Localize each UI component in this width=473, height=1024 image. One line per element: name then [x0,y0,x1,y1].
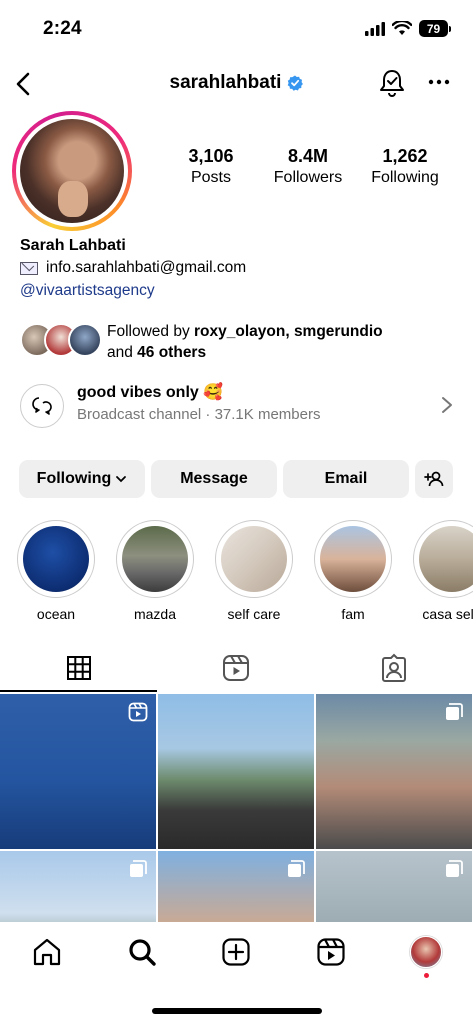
broadcast-subtitle: Broadcast channel · 37.1K members [77,406,321,423]
reel-badge-icon [128,702,148,722]
more-options-icon[interactable] [427,70,451,94]
post-thumbnail[interactable] [0,851,156,922]
bio-email[interactable]: info.sarahlahbati@gmail.com [46,259,246,277]
create-post-icon[interactable] [220,936,252,968]
stat-label: Following [371,169,439,186]
profile-header: sarahlahbati [0,62,473,106]
chevron-down-icon [116,476,127,483]
mutual-usernames: roxy_olayon, smgerundio [194,323,383,340]
stat-value: 8.4M [287,146,329,166]
notification-dot [424,973,429,978]
profile-avatar[interactable] [12,111,132,231]
avatar-photo [20,119,124,223]
highlight-label: mazda [133,606,177,620]
envelope-icon [20,261,38,275]
carousel-badge-icon [446,703,463,720]
stat-value: 3,106 [188,146,234,166]
broadcast-title: good vibes only 🥰 [77,384,224,401]
following-button[interactable]: Following [19,460,145,498]
suggest-people-button[interactable] [415,460,453,498]
notification-bell-icon[interactable] [377,68,407,98]
battery-icon: 79 [419,20,451,37]
chevron-right-icon [442,397,452,413]
highlight-label: self care [227,606,281,620]
grid-tab-icon[interactable] [64,653,94,683]
reels-icon[interactable] [315,936,347,968]
highlight-cover [122,526,188,592]
highlight-cover [23,526,89,592]
profile-actions: Following Message Email [19,460,459,498]
home-indicator [152,1008,322,1014]
status-time: 2:24 [43,18,82,39]
stat-following[interactable]: 1,262 Following [365,146,445,187]
carousel-badge-icon [446,860,463,877]
profile-bio: Sarah Lahbati info.sarahlahbati@gmail.co… [20,237,460,300]
highlight-casa-selu[interactable]: casa selu [412,520,473,620]
battery-level: 79 [419,20,448,37]
followed-by-section[interactable]: Followed by roxy_olayon, smgerundio and … [20,321,460,365]
stat-posts[interactable]: 3,106 Posts [176,146,246,187]
highlight-label: ocean [36,606,76,620]
email-button-label: Email [324,470,368,487]
post-thumbnail[interactable] [316,694,472,849]
carousel-badge-icon [130,860,147,877]
bottom-navigation [0,922,473,1024]
followed-by-text: Followed by roxy_olayon, smgerundio and … [107,323,383,361]
profile-tabs [0,645,473,693]
post-thumbnail[interactable] [316,851,472,922]
active-tab-indicator [0,690,157,692]
highlight-cover [320,526,386,592]
broadcast-channel-row[interactable]: good vibes only 🥰 Broadcast channel · 37… [20,381,460,429]
highlight-label: fam [341,606,365,620]
mutual-avatar [68,323,102,357]
verified-badge-icon [288,75,304,91]
reels-tab-icon[interactable] [221,653,251,683]
wifi-icon [392,21,412,35]
bio-email-line: info.sarahlahbati@gmail.com [20,259,460,277]
search-icon[interactable] [126,936,158,968]
story-highlights: ocean mazda self care fam casa selu [0,520,473,620]
message-button-label: Message [180,470,248,487]
signal-icon [365,21,385,36]
highlight-fam[interactable]: fam [313,520,393,620]
carousel-badge-icon [288,860,305,877]
posts-grid [0,694,473,922]
message-button[interactable]: Message [151,460,277,498]
status-icons: 79 [365,20,451,37]
highlight-cover [419,526,473,592]
stat-label: Followers [273,169,343,186]
broadcast-channel-icon [20,384,64,428]
highlight-label: casa selu [422,606,473,620]
highlight-mazda[interactable]: mazda [115,520,195,620]
highlight-self-care[interactable]: self care [214,520,294,620]
stat-value: 1,262 [382,146,428,166]
username-label: sarahlahbati [169,72,282,93]
highlight-cover [221,526,287,592]
stat-followers[interactable]: 8.4M Followers [268,146,348,187]
status-bar: 2:24 79 [0,0,473,58]
add-person-icon [424,471,444,487]
highlight-ocean[interactable]: ocean [16,520,96,620]
following-button-label: Following [36,470,112,487]
home-icon[interactable] [31,936,63,968]
tagged-tab-icon[interactable] [379,653,409,683]
display-name: Sarah Lahbati [20,237,126,254]
post-thumbnail[interactable] [158,851,314,922]
bio-mention-link[interactable]: @vivaartistsagency [20,282,460,300]
post-thumbnail[interactable] [158,694,314,849]
stat-label: Posts [190,169,231,186]
profile-avatar-tab[interactable] [410,936,442,968]
email-button[interactable]: Email [283,460,409,498]
mutual-others-count: 46 others [137,344,207,361]
post-thumbnail[interactable] [0,694,156,849]
